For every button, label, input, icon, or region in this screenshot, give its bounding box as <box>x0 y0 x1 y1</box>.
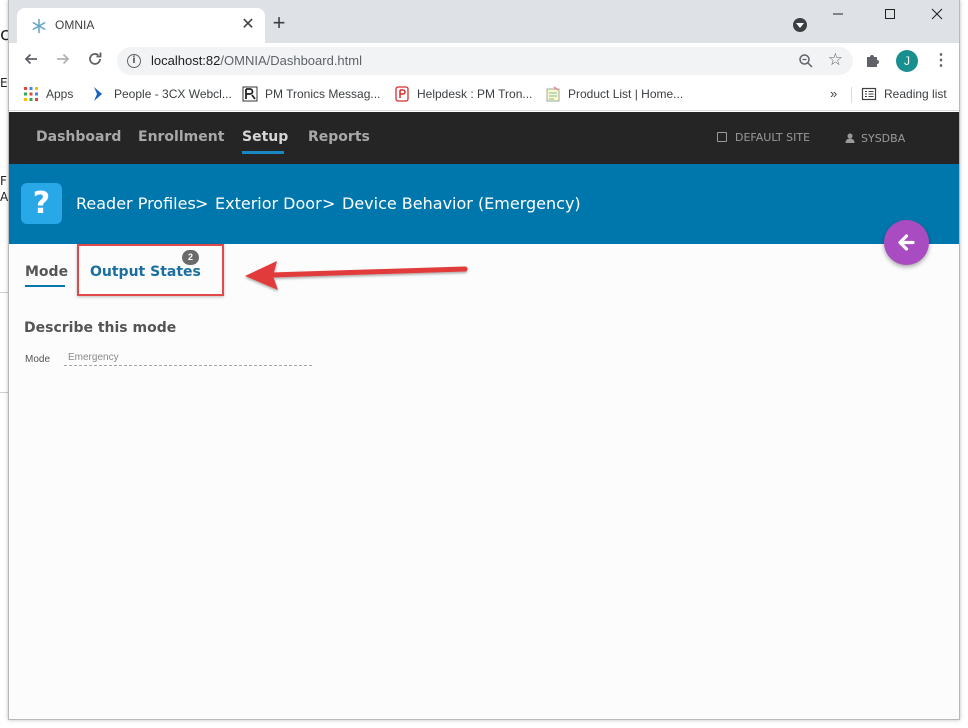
apps-grid-icon <box>23 86 39 102</box>
main-content: Mode Output States 2 Describe this mode … <box>9 244 959 719</box>
profile-avatar[interactable]: J <box>896 50 918 72</box>
annotation-highlight-box <box>77 244 224 296</box>
bookmark-star-icon[interactable]: ☆ <box>828 50 843 70</box>
breadcrumb-separator: > <box>195 194 209 213</box>
back-button[interactable] <box>884 220 929 265</box>
reload-icon[interactable] <box>84 50 106 72</box>
zoom-icon[interactable] <box>797 52 815 70</box>
browser-tab[interactable]: OMNIA ✕ <box>17 8 265 43</box>
background-text: E <box>0 76 8 90</box>
new-tab-button[interactable]: + <box>269 12 289 34</box>
3cx-icon <box>91 86 107 102</box>
bookmark-label: Product List | Home... <box>568 86 684 101</box>
close-tab-icon[interactable]: ✕ <box>239 16 257 34</box>
pmtronics-icon <box>242 86 258 102</box>
bookmark-helpdesk[interactable]: Helpdesk : PM Tron... <box>394 85 532 105</box>
nav-active-indicator <box>242 151 284 154</box>
background-text: A <box>0 190 9 204</box>
tab-mode[interactable]: Mode <box>25 264 68 280</box>
bookmark-3cx[interactable]: People - 3CX Webcl... <box>91 85 232 105</box>
nav-setup[interactable]: Setup <box>242 129 288 145</box>
bookmark-label: People - 3CX Webcl... <box>114 86 232 101</box>
bookmark-pmtronics[interactable]: PM Tronics Messag... <box>242 85 380 105</box>
address-bar[interactable]: i localhost:82/OMNIA/Dashboard.html ☆ <box>117 47 853 75</box>
tab-strip: OMNIA ✕ + <box>9 0 959 43</box>
helpdesk-icon <box>394 86 410 102</box>
site-info-icon[interactable]: i <box>127 54 141 68</box>
back-icon[interactable] <box>20 50 42 72</box>
user-menu[interactable]: SYSDBA <box>845 132 905 145</box>
menu-kebab-icon[interactable]: ⋮ <box>933 51 949 71</box>
tab-search-icon[interactable] <box>793 18 807 32</box>
url-path: /OMNIA/Dashboard.html <box>220 53 362 68</box>
reading-list-button[interactable]: Reading list <box>861 85 947 105</box>
forward-icon[interactable] <box>52 50 74 72</box>
product-list-icon <box>545 86 561 102</box>
background-divider <box>0 292 8 293</box>
bookmarks-overflow-button[interactable]: » <box>830 86 837 101</box>
maximize-button[interactable] <box>870 6 910 26</box>
bookmark-label: PM Tronics Messag... <box>265 86 381 101</box>
bookmark-label: Apps <box>46 86 74 101</box>
reading-list-label: Reading list <box>884 86 947 101</box>
tab-title: OMNIA <box>55 18 95 32</box>
url-host: localhost:82 <box>151 53 221 68</box>
bookmarks-divider <box>851 87 852 103</box>
arrow-left-icon <box>898 234 915 251</box>
background-page <box>0 0 8 728</box>
background-text: F <box>0 174 7 188</box>
bookmark-label: Helpdesk : PM Tron... <box>417 86 533 101</box>
browser-window: OMNIA ✕ + i localhost:82/OMNIA/Dashboard… <box>8 0 960 720</box>
bookmarks-bar: Apps People - 3CX Webcl... PM Tronics Me… <box>9 79 959 111</box>
floppy-disk-icon <box>717 132 727 142</box>
bookmark-apps[interactable]: Apps <box>23 85 73 105</box>
tab-active-indicator <box>25 285 65 287</box>
breadcrumb-device-behavior: Device Behavior (Emergency) <box>342 194 581 213</box>
reading-list-icon <box>861 86 877 102</box>
help-icon[interactable]: ? <box>21 183 62 224</box>
site-label: DEFAULT SITE <box>735 131 811 144</box>
site-selector[interactable]: DEFAULT SITE <box>717 131 810 144</box>
mode-field-label: Mode <box>25 354 51 365</box>
breadcrumb-reader-profiles[interactable]: Reader Profiles <box>76 194 196 213</box>
section-title: Describe this mode <box>24 320 177 336</box>
breadcrumb-separator: > <box>322 194 336 213</box>
breadcrumb-exterior-door[interactable]: Exterior Door <box>215 194 322 213</box>
url-text: localhost:82/OMNIA/Dashboard.html <box>151 53 362 68</box>
extensions-puzzle-icon[interactable] <box>864 52 882 70</box>
app-nav-bar: Dashboard Enrollment Setup Reports DEFAU… <box>9 112 959 164</box>
user-label: SYSDBA <box>861 132 906 145</box>
bookmark-product-list[interactable]: Product List | Home... <box>545 85 683 105</box>
page-header: ? Reader Profiles > Exterior Door > Devi… <box>9 164 959 244</box>
nav-enrollment[interactable]: Enrollment <box>138 129 224 145</box>
minimize-button[interactable] <box>818 6 858 26</box>
background-divider <box>0 392 8 393</box>
user-icon <box>845 133 855 143</box>
snowflake-icon <box>31 18 47 34</box>
nav-dashboard[interactable]: Dashboard <box>36 129 121 145</box>
browser-toolbar: i localhost:82/OMNIA/Dashboard.html ☆ J … <box>9 43 959 79</box>
close-window-button[interactable] <box>917 6 957 26</box>
nav-reports[interactable]: Reports <box>308 129 370 145</box>
mode-field[interactable] <box>64 349 312 366</box>
annotation-arrow-icon <box>245 261 468 290</box>
